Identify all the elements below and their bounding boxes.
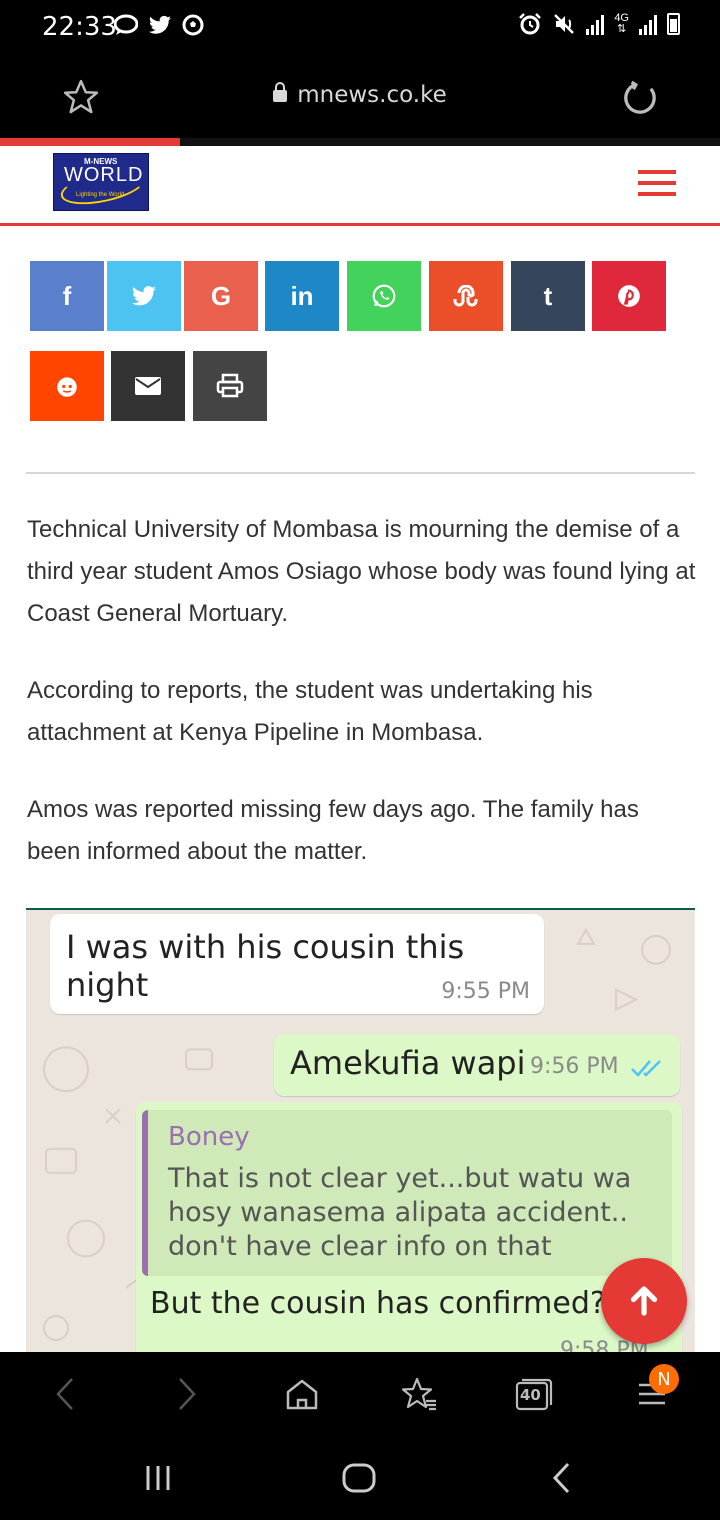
forward-button[interactable] [164,1372,208,1416]
quoted-text: That is not clear yet...but watu wa hosy… [168,1163,632,1262]
signal-icon [586,13,605,35]
back-button[interactable] [44,1372,88,1416]
chat-message-sent-reply: Boney That is not clear yet...but watu w… [136,1102,682,1352]
reload-icon[interactable] [620,78,660,118]
article-paragraph: Amos was reported missing few days ago. … [27,796,639,865]
hamburger-menu-icon[interactable] [638,170,678,200]
bookmarks-button[interactable] [398,1372,442,1416]
status-left-icons [114,14,204,36]
chat-message-time: 9:55 PM [441,979,530,1004]
print-icon [216,373,244,398]
share-pinterest-button[interactable] [592,261,666,331]
battery-icon [667,13,680,35]
url-field[interactable]: mnews.co.ke [0,82,720,108]
football-icon [182,14,204,36]
lock-icon [273,82,288,102]
email-icon [135,377,161,395]
network-label: 4G [614,12,629,24]
browser-address-bar: mnews.co.ke [0,56,720,138]
twitter-icon [149,15,171,34]
pinterest-icon [618,285,640,307]
site-header: M-NEWS WORLD Lighting the World [0,146,720,226]
recent-apps-icon [146,1466,170,1490]
share-whatsapp-button[interactable] [347,261,421,331]
article-paragraph: According to reports, the student was un… [27,677,593,746]
content-divider [26,472,695,474]
linkedin-icon: in [290,280,314,311]
lte-4g-icon: 4G ⇅ [614,12,629,35]
chat-bubble-icon [114,14,138,35]
share-stumbleupon-button[interactable] [429,261,503,331]
read-receipt-icon [631,1060,661,1077]
share-linkedin-button[interactable]: in [265,261,339,331]
share-reddit-button[interactable] [30,351,104,421]
site-logo[interactable]: M-NEWS WORLD Lighting the World [53,153,149,211]
recent-apps-button[interactable] [133,1456,183,1500]
chat-message-text: Amekufia wapi [290,1044,526,1082]
tumblr-icon: t [543,280,553,311]
back-nav-button[interactable] [536,1456,586,1500]
alarm-icon [519,13,542,35]
logo-text-main: WORLD [64,164,144,186]
chat-message-time: 9:56 PM [530,1054,619,1079]
arrow-up-icon [630,1286,658,1316]
share-twitter-button[interactable] [107,261,181,331]
share-tumblr-button[interactable]: t [511,261,585,331]
share-print-button[interactable] [193,351,267,421]
tabs-count: 40 [520,1386,541,1404]
whatsapp-icon [372,284,396,308]
browser-toolbar: 40 [0,1352,720,1436]
tabs-button[interactable]: 40 [512,1372,556,1416]
bookmarks-star-icon [402,1377,436,1411]
chat-screenshot-image: I was with his cousin this night 9:55 PM… [26,908,695,1352]
chevron-left-icon [56,1378,73,1410]
chat-message-received: I was with his cousin this night 9:55 PM [50,914,544,1014]
home-button[interactable] [280,1372,324,1416]
stumbleupon-icon [453,285,478,307]
system-navigation-bar [0,1436,720,1520]
logo-tagline: Lighting the World [76,192,125,198]
home-nav-button[interactable] [334,1456,384,1500]
share-google-button[interactable]: G [184,261,258,331]
page-load-progress-fill [0,138,180,146]
menu-notification-badge: N [649,1364,679,1394]
signal-icon [639,13,657,35]
mute-icon [554,14,575,34]
back-arrow-icon [552,1462,570,1494]
quoted-sender-name: Boney [168,1122,250,1152]
chat-message-sent: Amekufia wapi 9:56 PM [274,1034,680,1096]
share-email-button[interactable] [111,351,185,421]
twitter-icon [132,286,156,306]
quoted-message: Boney That is not clear yet...but watu w… [142,1110,672,1276]
status-bar: 22:33 4G ⇅ [0,0,720,56]
reddit-icon [57,377,77,397]
status-time: 22:33 [42,12,117,42]
home-icon [286,1379,318,1410]
status-right-icons: 4G ⇅ [518,12,680,36]
share-facebook-button[interactable]: f [30,261,104,331]
facebook-icon: f [62,280,72,311]
page-load-progress [0,138,720,146]
url-text: mnews.co.ke [297,82,447,108]
chevron-right-icon [179,1378,196,1410]
google-icon: G [210,280,232,311]
scroll-to-top-button[interactable] [601,1258,687,1344]
home-circle-icon [342,1463,376,1493]
chat-message-text: But the cousin has confirmed? [150,1286,606,1321]
article-paragraph: Technical University of Mombasa is mourn… [27,516,696,627]
